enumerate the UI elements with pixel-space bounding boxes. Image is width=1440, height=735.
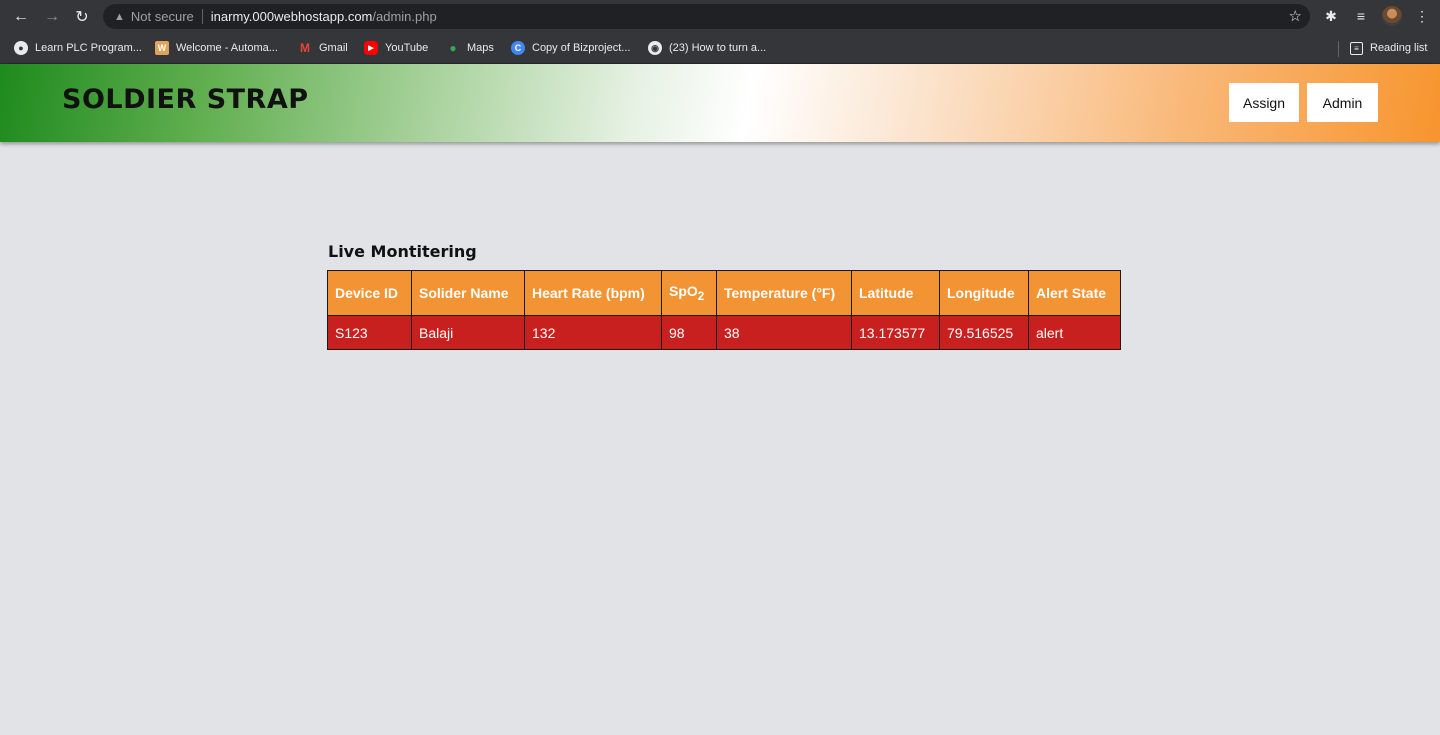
table-row: S123 Balaji 132 98 38 13.173577 79.51652… xyxy=(327,315,1121,350)
url-divider xyxy=(201,9,203,24)
cell-longitude: 79.516525 xyxy=(939,315,1029,350)
maps-pin-icon: ● xyxy=(449,41,457,55)
column-header-temperature: Temperature (°F) xyxy=(716,270,852,316)
bookmark-item[interactable]: M Gmail xyxy=(298,39,348,57)
bookmark-star-icon[interactable]: ☆ xyxy=(1289,7,1302,25)
bookmark-item[interactable]: ▶ YouTube xyxy=(364,39,428,57)
back-arrow-icon[interactable]: ← xyxy=(10,6,32,28)
table-header-row: Device ID Solider Name Heart Rate (bpm) … xyxy=(327,270,1121,316)
url-path: /admin.php xyxy=(372,9,437,24)
column-header-latitude: Latitude xyxy=(851,270,940,316)
bookmark-item[interactable]: ● Maps xyxy=(446,39,494,57)
cell-spo2: 98 xyxy=(661,315,717,350)
bookmark-label: Copy of Bizproject... xyxy=(532,42,631,54)
reading-list-button[interactable]: ≡ Reading list xyxy=(1350,39,1427,57)
extensions-puzzle-icon[interactable]: ✱ xyxy=(1322,7,1340,25)
bookmark-label: Gmail xyxy=(319,42,348,54)
security-label: Not secure xyxy=(130,9,194,24)
bookmarks-divider xyxy=(1338,41,1339,57)
reload-icon[interactable]: ↻ xyxy=(71,6,93,28)
url-host: inarmy.000webhostapp.com xyxy=(210,9,373,24)
plc-icon: ● xyxy=(14,41,28,55)
bookmark-label: Welcome - Automa... xyxy=(176,42,278,54)
youtube-icon: ▶ xyxy=(364,41,378,55)
media-queue-icon[interactable]: ≡ xyxy=(1352,7,1370,25)
bookmark-item[interactable]: W Welcome - Automa... xyxy=(155,39,278,57)
column-header-alert-state: Alert State xyxy=(1028,270,1121,316)
site-header: SOLDIER STRAP Assign Admin xyxy=(0,64,1440,142)
cell-temperature: 38 xyxy=(716,315,852,350)
spo2-label: SpO xyxy=(669,283,698,300)
gmail-icon: M xyxy=(300,41,310,55)
bookmark-label: (23) How to turn a... xyxy=(669,42,767,54)
section-heading: Live Montitering xyxy=(328,242,477,261)
automation-site-icon: W xyxy=(155,41,169,55)
cell-device-id: S123 xyxy=(327,315,412,350)
canva-icon: C xyxy=(511,41,525,55)
warning-icon: ▲ xyxy=(114,10,125,23)
bookmark-label: Maps xyxy=(467,42,494,54)
column-header-longitude: Longitude xyxy=(939,270,1029,316)
bookmark-item[interactable]: C Copy of Bizproject... xyxy=(511,39,630,57)
assign-button[interactable]: Assign xyxy=(1229,83,1299,122)
reading-list-label: Reading list xyxy=(1370,42,1428,54)
cell-latitude: 13.173577 xyxy=(851,315,940,350)
spo2-subscript: 2 xyxy=(697,289,705,303)
bookmarks-bar: ● Learn PLC Program... W Welcome - Autom… xyxy=(0,33,1440,64)
kebab-menu-icon[interactable]: ⋮ xyxy=(1413,7,1431,25)
globe-icon: ◉ xyxy=(648,41,662,55)
site-title: SOLDIER STRAP xyxy=(62,84,309,115)
bookmark-item[interactable]: ◉ (23) How to turn a... xyxy=(648,39,766,57)
bookmark-label: YouTube xyxy=(385,42,429,54)
column-header-soldier-name: Solider Name xyxy=(411,270,525,316)
column-header-spo2: SpO2 xyxy=(661,270,717,316)
reading-list-icon: ≡ xyxy=(1350,41,1363,55)
column-header-heart-rate: Heart Rate (bpm) xyxy=(524,270,662,316)
cell-heart-rate: 132 xyxy=(524,315,662,350)
profile-avatar[interactable] xyxy=(1382,6,1402,26)
bookmark-label: Learn PLC Program... xyxy=(35,42,142,54)
cell-alert-state: alert xyxy=(1028,315,1121,350)
live-monitoring-table: Device ID Solider Name Heart Rate (bpm) … xyxy=(327,270,1121,350)
cell-soldier-name: Balaji xyxy=(411,315,525,350)
column-header-device-id: Device ID xyxy=(327,270,412,316)
address-bar[interactable]: ▲ Not secure inarmy.000webhostapp.com/ad… xyxy=(103,4,1310,29)
admin-button[interactable]: Admin xyxy=(1307,83,1378,122)
browser-toolbar: ← → ↻ ▲ Not secure inarmy.000webhostapp.… xyxy=(0,0,1440,33)
bookmark-item[interactable]: ● Learn PLC Program... xyxy=(14,39,142,57)
forward-arrow-icon[interactable]: → xyxy=(41,6,63,28)
